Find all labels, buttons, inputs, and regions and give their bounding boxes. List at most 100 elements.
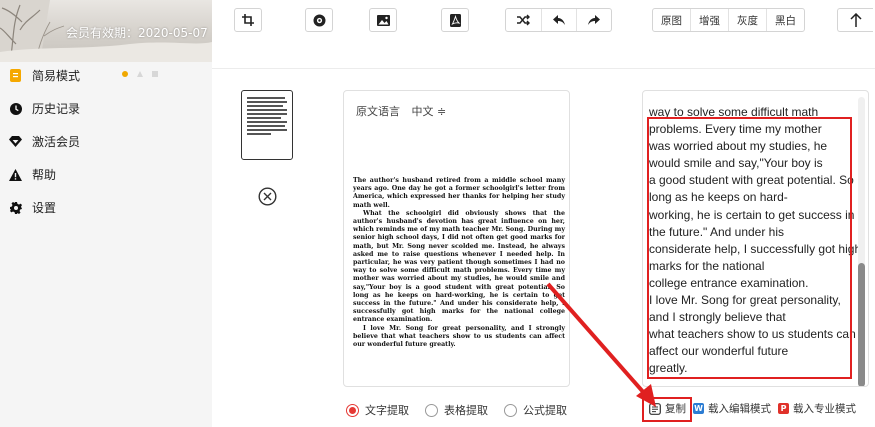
image-icon [376, 14, 390, 26]
result-line: the future." And under his [649, 224, 785, 239]
diamond-icon [9, 135, 22, 148]
result-scrollbar[interactable] [858, 97, 865, 386]
mode-indicator [122, 71, 158, 77]
thumb-line [247, 133, 271, 135]
toolbar: 原图 增强 灰度 黑白 [212, 0, 875, 44]
load-edit-mode-label: 载入编辑模式 [708, 403, 771, 415]
source-paragraph: The author's husband retired from a midd… [353, 177, 565, 209]
word-icon: W [693, 403, 704, 414]
membership-expiry: 会员有效期：2020-05-07 [66, 26, 208, 40]
radio-dot [504, 403, 517, 417]
sidebar-item-history[interactable]: 历史记录 [0, 92, 212, 125]
sidebar-item-label: 激活会员 [32, 135, 81, 149]
document-icon [9, 69, 22, 82]
camera-button[interactable] [305, 8, 333, 32]
thumb-line [247, 101, 287, 103]
result-line: considerate help, I successfully got hig… [649, 241, 862, 256]
radio-dot [346, 403, 359, 417]
load-edit-mode-button[interactable]: W 载入编辑模式 [693, 401, 771, 416]
result-line: marks for the national [649, 258, 765, 273]
source-language-select[interactable]: 中文 ≑ [412, 105, 447, 118]
sidebar-item-label: 历史记录 [32, 102, 81, 116]
result-line: what teachers show to us students can [649, 327, 856, 342]
result-line: and I strongly believe that [649, 310, 786, 325]
result-line: problems. Every time my mother [649, 122, 822, 137]
filter-grayscale[interactable]: 灰度 [728, 9, 766, 31]
pdf-icon [449, 13, 461, 27]
thumb-line [247, 121, 287, 123]
edit-actions-group [505, 8, 612, 32]
square-icon [152, 71, 158, 77]
redo-button[interactable] [576, 9, 611, 31]
result-line: a good student with great potential. So [649, 173, 854, 188]
close-icon[interactable] [258, 187, 277, 206]
triangle-icon [137, 71, 143, 77]
thumb-line [247, 113, 287, 115]
copy-icon [649, 402, 661, 415]
warning-icon [9, 168, 22, 181]
crop-icon [242, 14, 254, 26]
result-line: way to solve some difficult math [649, 105, 819, 119]
sidebar-item-label: 帮助 [32, 168, 57, 182]
camera-icon [313, 14, 325, 26]
result-line: was worried about my studies, he [649, 139, 828, 154]
shuffle-button[interactable] [506, 9, 541, 31]
load-pro-mode-button[interactable]: P 载入专业模式 [778, 401, 856, 416]
thumb-line [247, 129, 287, 131]
filter-black-white[interactable]: 黑白 [766, 9, 804, 31]
active-dot [122, 71, 128, 77]
radio-label: 表格提取 [444, 404, 488, 417]
sidebar-item-activate-membership[interactable]: 激活会员 [0, 125, 212, 158]
undo-icon [553, 15, 565, 25]
result-line: long as he keeps on hard- [649, 190, 788, 205]
thumb-line [247, 105, 283, 107]
source-language-label: 原文语言 [356, 105, 400, 118]
thumb-line [247, 117, 281, 119]
sidebar: 会员有效期：2020-05-07 简易模式 历史记录 激活会员 帮助 设置 [0, 0, 212, 427]
page-thumbnail[interactable] [241, 90, 293, 160]
filter-original[interactable]: 原图 [653, 9, 690, 31]
source-language-row: 原文语言 中文 ≑ [356, 103, 446, 119]
radio-formula-extract[interactable]: 公式提取 [504, 402, 567, 418]
copy-label: 复制 [665, 403, 686, 415]
toolbar-divider [212, 68, 875, 69]
result-panel: way to solve some difficult math problems… [642, 90, 869, 387]
clock-icon [9, 102, 22, 115]
sidebar-item-label: 简易模式 [32, 69, 81, 83]
scrollbar-thumb[interactable] [858, 263, 865, 386]
sidebar-item-help[interactable]: 帮助 [0, 158, 212, 191]
pdf-button[interactable] [441, 8, 469, 32]
thumb-line [247, 109, 287, 111]
radio-table-extract[interactable]: 表格提取 [425, 402, 488, 418]
sidebar-item-simple-mode[interactable]: 简易模式 [0, 59, 212, 92]
source-paragraph: I love Mr. Song for great personality, a… [353, 324, 565, 349]
result-text[interactable]: way to solve some difficult math problems… [649, 104, 862, 378]
radio-label: 公式提取 [523, 404, 567, 417]
result-actions: 复制 W 载入编辑模式 P 载入专业模式 [643, 401, 863, 416]
powerpoint-icon: P [778, 403, 789, 414]
image-filter-group: 原图 增强 灰度 黑白 [652, 8, 805, 32]
undo-button[interactable] [541, 9, 576, 31]
filter-enhance[interactable]: 增强 [690, 9, 728, 31]
result-line: I love Mr. Song for great personality, [649, 293, 841, 308]
thumb-line [247, 97, 285, 99]
source-panel: 原文语言 中文 ≑ The author's husband retired f… [343, 90, 570, 387]
redo-icon [588, 15, 600, 25]
result-line: working, he is certain to get success in [649, 207, 855, 222]
upload-icon [849, 13, 862, 27]
radio-text-extract[interactable]: 文字提取 [346, 402, 409, 418]
result-line: would smile and say,"Your boy is [649, 156, 823, 171]
image-button[interactable] [369, 8, 397, 32]
upload-button[interactable] [837, 8, 873, 32]
crop-button[interactable] [234, 8, 262, 32]
result-line: greatly. [649, 361, 688, 376]
sidebar-item-settings[interactable]: 设置 [0, 191, 212, 224]
source-paragraph: What the schoolgirl did obviously shows … [353, 209, 565, 324]
copy-button[interactable]: 复制 [649, 401, 686, 416]
membership-banner: 会员有效期：2020-05-07 [0, 0, 212, 62]
gear-icon [9, 201, 22, 214]
thumb-line [247, 125, 285, 127]
load-pro-mode-label: 载入专业模式 [793, 403, 856, 415]
radio-dot [425, 403, 438, 417]
sidebar-item-label: 设置 [32, 201, 57, 215]
